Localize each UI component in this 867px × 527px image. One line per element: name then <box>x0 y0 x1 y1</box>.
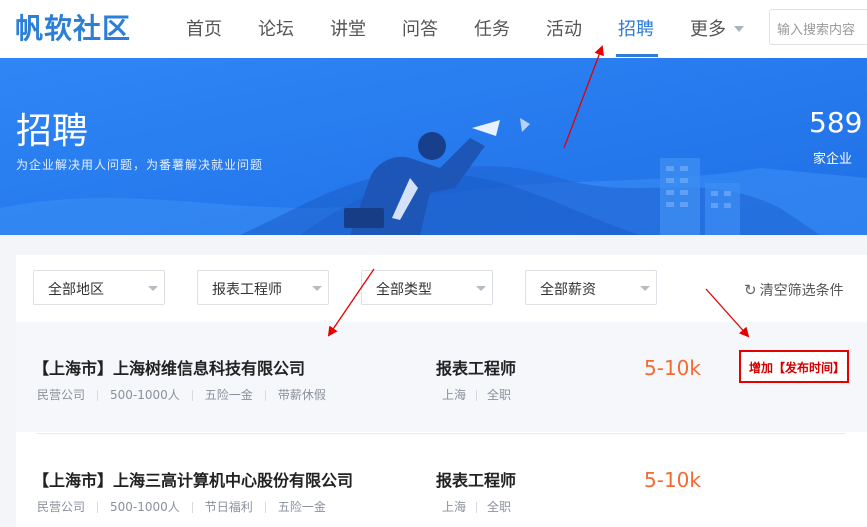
job-tags: 民营公司 500-1000人 五险一金 带薪休假 <box>37 386 326 403</box>
job-tag: 带薪休假 <box>277 388 326 402</box>
type-select-value: 全部类型 <box>376 282 432 298</box>
job-position[interactable]: 报表工程师 <box>436 467 516 491</box>
nav-item-jobs[interactable]: 招聘 <box>618 15 654 41</box>
chevron-down-icon <box>640 286 650 291</box>
chevron-down-icon[interactable] <box>734 26 744 32</box>
job-tag: 民营公司 <box>37 388 86 402</box>
page: 帆软社区 首页 论坛 讲堂 问答 任务 活动 招聘 更多 输入搜索内容 招聘 为… <box>0 0 867 527</box>
salary-select[interactable]: 全部薪资 <box>525 270 657 305</box>
refresh-icon: ↻ <box>744 281 757 299</box>
job-position[interactable]: 报表工程师 <box>436 355 516 379</box>
annotation-note: 增加【发布时间】 <box>739 350 849 383</box>
active-tab-indicator <box>616 54 658 57</box>
job-company[interactable]: 【上海市】上海三高计算机中心股份有限公司 <box>33 467 353 491</box>
job-salary: 5-10k <box>644 356 701 380</box>
hero-banner: 招聘 为企业解决用人问题，为番薯解决就业问题 589 家企业 <box>0 58 867 235</box>
job-company[interactable]: 【上海市】上海树维信息科技有限公司 <box>33 355 305 379</box>
job-tag: 500-1000人 <box>110 388 180 402</box>
type-select[interactable]: 全部类型 <box>361 270 493 305</box>
clear-filters-button[interactable]: ↻ 清空筛选条件 <box>744 280 844 300</box>
job-kind: 全职 <box>487 500 512 514</box>
nav-item-lecture[interactable]: 讲堂 <box>330 15 366 41</box>
job-tag: 民营公司 <box>37 500 86 514</box>
region-select[interactable]: 全部地区 <box>33 270 165 305</box>
position-select-value: 报表工程师 <box>212 282 282 298</box>
salary-select-value: 全部薪资 <box>540 282 596 298</box>
company-count: 589 <box>809 106 863 139</box>
job-kind: 全职 <box>487 388 512 402</box>
nav-item-more[interactable]: 更多 <box>690 15 726 41</box>
chevron-down-icon <box>312 286 322 291</box>
banner-subtitle: 为企业解决用人问题，为番薯解决就业问题 <box>16 158 264 172</box>
nav-item-forum[interactable]: 论坛 <box>258 15 294 41</box>
job-tag: 节日福利 <box>204 500 253 514</box>
job-tag: 五险一金 <box>277 500 326 514</box>
top-nav: 帆软社区 首页 论坛 讲堂 问答 任务 活动 招聘 更多 输入搜索内容 <box>0 0 867 58</box>
search-input[interactable]: 输入搜索内容 <box>769 9 867 45</box>
job-location: 上海 全职 <box>442 498 511 515</box>
region-select-value: 全部地区 <box>48 282 104 298</box>
company-count-label: 家企业 <box>813 152 853 167</box>
job-tag: 500-1000人 <box>110 500 180 514</box>
nav-item-home[interactable]: 首页 <box>186 15 222 41</box>
site-logo[interactable]: 帆软社区 <box>15 7 131 47</box>
position-select[interactable]: 报表工程师 <box>197 270 329 305</box>
job-salary: 5-10k <box>644 468 701 492</box>
job-location: 上海 全职 <box>442 386 511 403</box>
banner-illustration <box>0 58 867 235</box>
banner-title: 招聘 <box>16 111 89 152</box>
job-city: 上海 <box>442 388 467 402</box>
nav-item-qa[interactable]: 问答 <box>402 15 438 41</box>
job-tag: 五险一金 <box>204 388 253 402</box>
job-tags: 民营公司 500-1000人 节日福利 五险一金 <box>37 498 326 515</box>
job-city: 上海 <box>442 500 467 514</box>
clear-filters-label: 清空筛选条件 <box>759 283 844 299</box>
nav-item-tasks[interactable]: 任务 <box>474 15 510 41</box>
nav-item-events[interactable]: 活动 <box>546 15 582 41</box>
chevron-down-icon <box>148 286 158 291</box>
chevron-down-icon <box>476 286 486 291</box>
